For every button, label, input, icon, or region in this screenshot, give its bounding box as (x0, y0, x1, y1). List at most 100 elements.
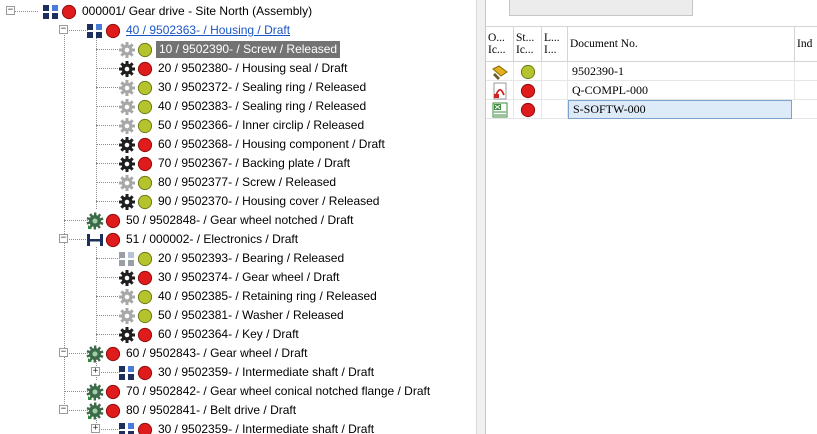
index-cell (795, 81, 817, 100)
tree-node[interactable]: 10 / 9502390- / Screw / Released (118, 40, 341, 59)
tree-node[interactable]: 30 / 9502372- / Sealing ring / Released (118, 78, 368, 97)
tree-connector (96, 106, 120, 107)
status-draft-icon (105, 232, 121, 248)
tree-node[interactable]: 30 / 9502359- / Intermediate shaft / Dra… (118, 363, 376, 382)
tree-connector (64, 391, 88, 392)
tree-node-label[interactable]: 40 / 9502383- / Sealing ring / Released (156, 99, 368, 114)
tree-node[interactable]: 50 / 9502366- / Inner circlip / Released (118, 116, 366, 135)
tree-node-label[interactable]: 90 / 9502370- / Housing cover / Released (156, 194, 381, 209)
pdf-icon (486, 81, 514, 100)
gear-icon-dark (118, 136, 136, 154)
tree-node[interactable]: 60 / 9502368- / Housing component / Draf… (118, 135, 387, 154)
tree-node[interactable]: 40 / 9502383- / Sealing ring / Released (118, 97, 368, 116)
status-draft-icon (514, 81, 542, 100)
tree-node-label[interactable]: 60 / 9502843- / Gear wheel / Draft (124, 346, 309, 361)
collapse-toggle[interactable]: − (59, 25, 68, 34)
tree-node-label[interactable]: 40 / 9502385- / Retaining ring / Release… (156, 289, 379, 304)
document-number-cell[interactable]: 9502390-1 (568, 62, 795, 81)
expand-toggle[interactable]: + (91, 424, 100, 433)
gearwheel-icon (86, 345, 104, 363)
gear-icon-grey (118, 307, 136, 325)
tree-connector (96, 201, 120, 202)
column-header-status-icon[interactable]: St... Ic... (514, 27, 542, 62)
tree-node-label[interactable]: 30 / 9502374- / Gear wheel / Draft (156, 270, 341, 285)
tree-connector (96, 87, 120, 88)
column-header-document-no[interactable]: Document No. (568, 27, 795, 62)
tree-node[interactable]: 70 / 9502842- / Gear wheel conical notch… (86, 382, 432, 401)
expand-toggle[interactable]: + (91, 367, 100, 376)
column-header-index[interactable]: Ind (795, 27, 817, 62)
tree-node[interactable]: 51 / 000002- / Electronics / Draft (86, 230, 300, 249)
tree-node[interactable]: 60 / 9502843- / Gear wheel / Draft (86, 344, 309, 363)
tree-node[interactable]: 50 / 9502848- / Gear wheel notched / Dra… (86, 211, 355, 230)
tree-node[interactable]: 90 / 9502370- / Housing cover / Released (118, 192, 381, 211)
tree-node[interactable]: 50 / 9502381- / Washer / Released (118, 306, 346, 325)
gear-icon-grey (118, 41, 136, 59)
tree-node-label[interactable]: 20 / 9502380- / Housing seal / Draft (156, 61, 349, 76)
tree-node-label[interactable]: 40 / 9502363- / Housing / Draft (124, 23, 292, 38)
tree-node[interactable]: 40 / 9502385- / Retaining ring / Release… (118, 287, 379, 306)
tree-node-label[interactable]: 30 / 9502359- / Intermediate shaft / Dra… (156, 422, 376, 434)
tree-node-label[interactable]: 80 / 9502841- / Belt drive / Draft (124, 403, 298, 418)
tree-connector (96, 49, 120, 50)
status-draft-icon (105, 23, 121, 39)
index-cell (795, 100, 817, 119)
document-row[interactable]: Q-COMPL-000 (486, 81, 817, 100)
tree-connector (96, 144, 120, 145)
tree-node-label[interactable]: 80 / 9502377- / Screw / Released (156, 175, 338, 190)
gear-icon-grey (118, 117, 136, 135)
tree-node-label[interactable]: 70 / 9502842- / Gear wheel conical notch… (124, 384, 432, 399)
collapse-toggle[interactable]: − (59, 234, 68, 243)
lock-cell (542, 81, 568, 100)
toolbar-button[interactable] (509, 0, 693, 16)
bom-tree[interactable]: − 000001/ Gear drive - Site North (Assem… (0, 0, 476, 434)
tree-node-label[interactable]: 51 / 000002- / Electronics / Draft (124, 232, 300, 247)
column-header-lock-icon[interactable]: L... I... (542, 27, 568, 62)
tree-node[interactable]: 80 / 9502377- / Screw / Released (118, 173, 338, 192)
tree-node[interactable]: 000001/ Gear drive - Site North (Assembl… (42, 2, 314, 21)
gearwheel-icon (86, 383, 104, 401)
tree-node[interactable]: 30 / 9502374- / Gear wheel / Draft (118, 268, 341, 287)
collapse-toggle[interactable]: − (59, 348, 68, 357)
tree-connector (96, 315, 120, 316)
document-row[interactable]: S-SOFTW-000 (486, 100, 817, 119)
status-released-icon (137, 308, 153, 324)
assembly-icon (86, 22, 104, 40)
tree-node-label[interactable]: 50 / 9502381- / Washer / Released (156, 308, 346, 323)
tree-node[interactable]: 30 / 9502359- / Intermediate shaft / Dra… (118, 420, 376, 434)
tree-node[interactable]: 70 / 9502367- / Backing plate / Draft (118, 154, 352, 173)
tree-node-label[interactable]: 20 / 9502393- / Bearing / Released (156, 251, 346, 266)
tree-node-label[interactable]: 60 / 9502364- / Key / Draft (156, 327, 301, 342)
status-draft-icon (137, 327, 153, 343)
tree-node[interactable]: 80 / 9502841- / Belt drive / Draft (86, 401, 298, 420)
tree-node[interactable]: 20 / 9502393- / Bearing / Released (118, 249, 346, 268)
tree-node-label[interactable]: 30 / 9502372- / Sealing ring / Released (156, 80, 368, 95)
status-draft-icon (137, 137, 153, 153)
status-released-icon (137, 42, 153, 58)
status-draft-icon (137, 156, 153, 172)
document-row[interactable]: 9502390-1 (486, 62, 817, 81)
tree-node-label[interactable]: 10 / 9502390- / Screw / Released (156, 41, 341, 58)
tree-node-label[interactable]: 70 / 9502367- / Backing plate / Draft (156, 156, 352, 171)
column-header-object-icon[interactable]: O... Ic... (486, 27, 514, 62)
gear-icon-dark (118, 269, 136, 287)
tree-node-label[interactable]: 50 / 9502366- / Inner circlip / Released (156, 118, 366, 133)
lock-cell (542, 100, 568, 119)
tree-node-label[interactable]: 60 / 9502368- / Housing component / Draf… (156, 137, 387, 152)
gear-icon-grey (118, 98, 136, 116)
tree-node[interactable]: 40 / 9502363- / Housing / Draft (86, 21, 292, 40)
document-pane: O... Ic... St... Ic... L... I... Documen… (486, 0, 817, 434)
tree-node-label[interactable]: 30 / 9502359- / Intermediate shaft / Dra… (156, 365, 376, 380)
electronics-icon (86, 231, 104, 249)
collapse-toggle[interactable]: − (59, 405, 68, 414)
document-number-cell[interactable]: S-SOFTW-000 (568, 100, 792, 119)
index-cell (795, 62, 817, 81)
tree-node[interactable]: 60 / 9502364- / Key / Draft (118, 325, 301, 344)
tree-node[interactable]: 20 / 9502380- / Housing seal / Draft (118, 59, 349, 78)
document-number-cell[interactable]: Q-COMPL-000 (568, 81, 795, 100)
collapse-toggle[interactable]: − (6, 6, 15, 15)
tree-node-label[interactable]: 50 / 9502848- / Gear wheel notched / Dra… (124, 213, 355, 228)
tree-node-label[interactable]: 000001/ Gear drive - Site North (Assembl… (80, 4, 314, 19)
gear-icon-grey (118, 79, 136, 97)
pane-splitter[interactable] (476, 0, 486, 434)
